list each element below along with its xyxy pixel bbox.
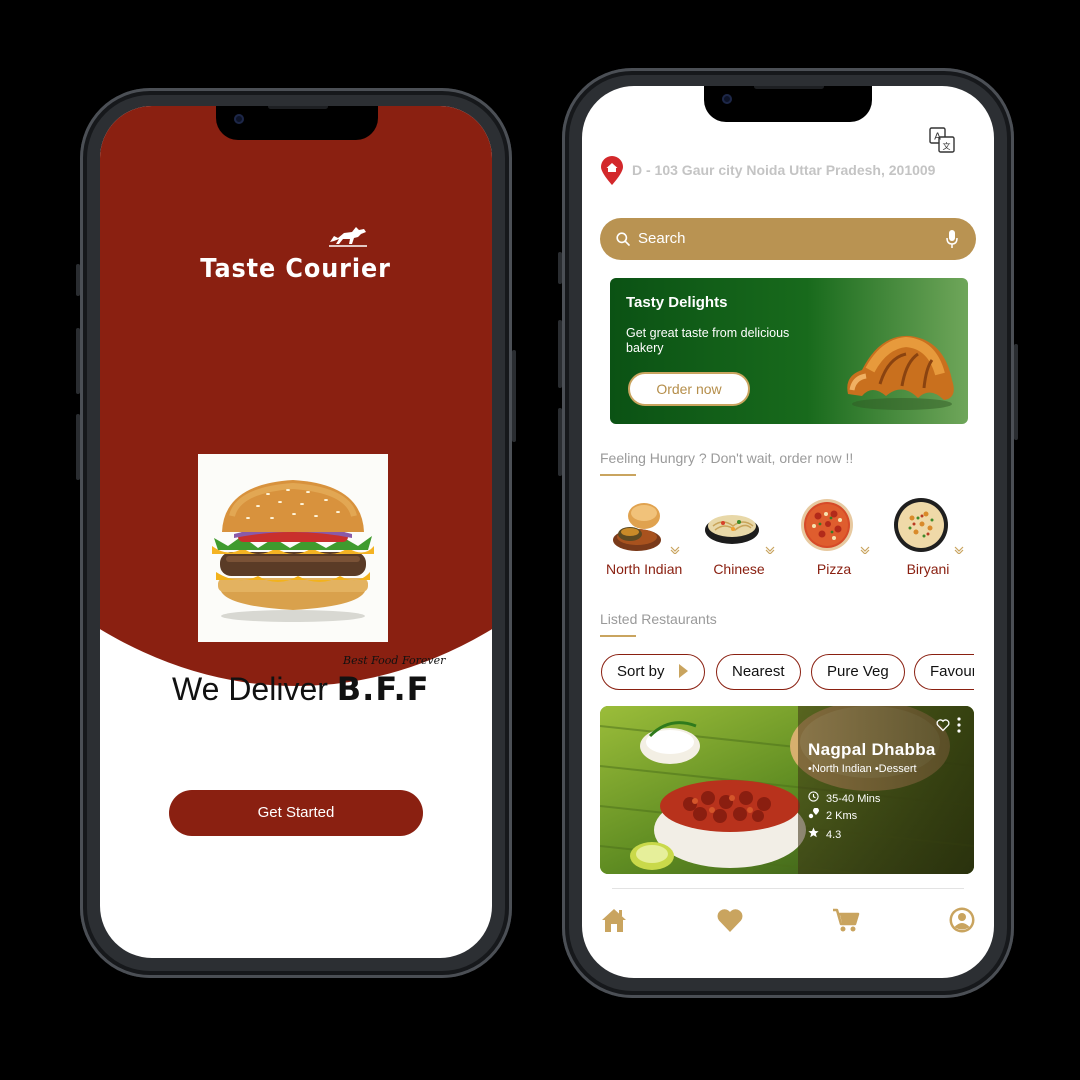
volume-down-button [76,414,80,480]
biryani-image [893,498,948,552]
pizza-image [800,499,853,551]
tagline-small: Best Food Forever [343,654,446,667]
home-phone-frame: A 文 D - 103 Gaur city Noida Uttar Prades… [558,68,1018,998]
restaurant-card[interactable]: Nagpal Dhabba •North Indian •Dessert 35-… [600,706,974,874]
category-label: North Indian [606,561,683,577]
camera [722,94,732,104]
category-label: Biryani [906,561,950,577]
promo-banner[interactable]: Tasty Delights Get great taste from deli… [610,278,968,424]
brand-logo: Taste Courier [100,254,492,284]
tagline-main-text: We Deliver [172,671,337,707]
delivery-time: 35-40 Mins [826,793,881,805]
volume-up-button [76,328,80,394]
svg-text:A: A [934,132,941,143]
home-icon[interactable] [600,906,628,934]
category-label: Chinese [713,561,765,577]
burger-image [198,454,388,642]
translate-icon[interactable]: A 文 [928,126,956,154]
clock-icon [808,791,822,805]
chevron-down-icon [954,546,964,555]
heart-icon[interactable] [716,906,744,934]
bottom-nav-divider [612,888,964,889]
brand-name: Taste Courier [200,254,392,284]
more-options-icon[interactable] [956,717,962,733]
pure-veg-chip[interactable]: Pure Veg [811,654,905,690]
chinese-noodles-image [704,515,759,544]
section-underline [600,474,636,476]
chips-scroll-edge [974,646,994,696]
category-chinese[interactable]: Chinese [701,496,777,577]
search-bar[interactable]: Search [600,218,976,260]
nearest-label: Nearest [732,663,785,680]
hungry-section-title: Feeling Hungry ? Don't wait, order now !… [600,450,854,466]
volume-down-button [558,408,562,476]
profile-icon[interactable] [948,906,976,934]
favourite-label: Favour [930,663,977,680]
star-icon [808,827,822,841]
chevron-down-icon [765,546,775,555]
microphone-icon[interactable] [946,229,958,249]
splash-screen: Taste Courier Best Food Forever We Deliv… [100,106,492,958]
chevron-down-icon [860,546,870,555]
power-button [1014,344,1018,440]
tagline-bold-text: B.F.F [336,670,430,708]
order-now-button[interactable]: Order now [628,372,750,406]
distance-row: 2 Kms [808,807,858,822]
chevron-down-icon [670,546,680,555]
search-icon [616,232,630,246]
speaker [754,86,824,89]
splash-phone-frame: Taste Courier Best Food Forever We Deliv… [76,88,516,978]
category-label: Pizza [816,561,852,577]
promo-title: Tasty Delights [626,294,728,311]
notch [216,106,378,140]
home-screen: A 文 D - 103 Gaur city Noida Uttar Prades… [582,86,994,978]
rating-row: 4.3 [808,827,841,841]
delivery-time-row: 35-40 Mins [808,791,880,805]
listed-restaurants-title: Listed Restaurants [600,611,717,627]
volume-up-button [558,320,562,388]
dog-logo-icon [329,227,367,247]
promo-description: Get great taste from delicious bakery [626,326,790,355]
favorite-heart-icon[interactable] [936,718,950,732]
tagline-main: We Deliver B.F.F [172,670,430,708]
play-arrow-icon [678,664,688,678]
distance: 2 Kms [826,810,858,822]
rating: 4.3 [826,829,842,841]
croissant-image [847,335,954,410]
notch [704,86,872,122]
category-biryani[interactable]: Biryani [890,496,966,577]
mute-switch [558,252,562,284]
location-pin-icon [601,156,623,185]
distance-pin-icon [808,807,822,822]
search-placeholder: Search [638,230,686,247]
sort-by-chip[interactable]: Sort by [601,654,705,690]
power-button [512,350,516,442]
nearest-chip[interactable]: Nearest [716,654,801,690]
sort-by-label: Sort by [617,663,665,680]
section-underline [600,635,636,637]
category-pizza[interactable]: Pizza [796,496,872,577]
pure-veg-label: Pure Veg [827,663,889,680]
delivery-address[interactable]: D - 103 Gaur city Noida Uttar Pradesh, 2… [632,162,935,178]
restaurant-name: Nagpal Dhabba [808,740,936,759]
north-indian-dish-image [612,503,661,551]
speaker [268,106,328,109]
camera [234,114,244,124]
get-started-button[interactable]: Get Started [169,790,423,836]
restaurant-cuisines: •North Indian •Dessert [808,763,917,775]
mute-switch [76,264,80,296]
svg-text:文: 文 [943,141,951,151]
cart-icon[interactable] [832,906,860,934]
category-north-indian[interactable]: North Indian [606,496,682,577]
